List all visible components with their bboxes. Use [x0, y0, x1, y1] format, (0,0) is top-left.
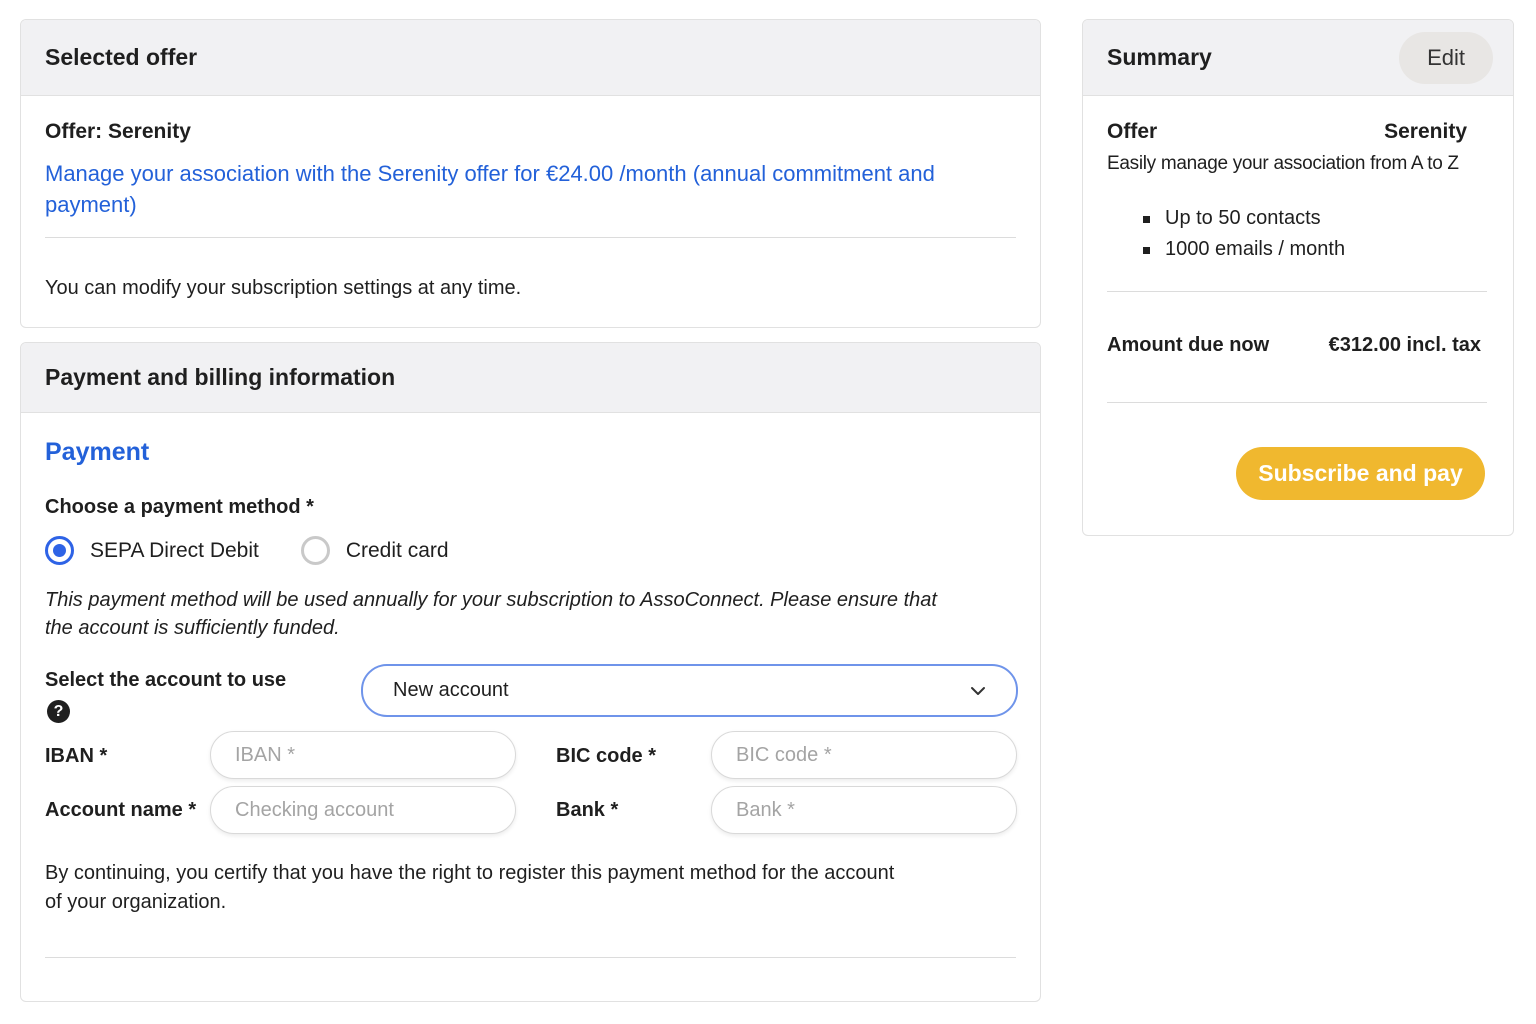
amount-due-label: Amount due now: [1107, 334, 1270, 356]
divider: [1107, 402, 1487, 403]
divider: [45, 957, 1016, 958]
account-select[interactable]: New account: [361, 664, 1018, 717]
subscription-note: You can modify your subscription setting…: [45, 277, 522, 299]
list-item: Up to 50 contacts: [1143, 203, 1345, 234]
chevron-down-icon: [971, 686, 985, 695]
summary-offer-value: Serenity: [1384, 120, 1467, 143]
summary-card: Summary Edit Offer Serenity Easily manag…: [1082, 19, 1514, 536]
summary-title: Summary: [1107, 44, 1212, 70]
credit-card-radio-label[interactable]: Credit card: [346, 539, 449, 563]
credit-card-radio[interactable]: [300, 536, 330, 565]
amount-due-value: €312.00 incl. tax: [1328, 334, 1481, 356]
payment-method-note: This payment method will be used annuall…: [45, 589, 937, 639]
selected-offer-header: Selected offer: [21, 20, 1040, 96]
offer-title: Offer: Serenity: [45, 120, 191, 143]
certify-text: By continuing, you certify that you have…: [45, 862, 895, 913]
account-name-input[interactable]: [210, 786, 516, 834]
account-select-label: Select the account to use: [45, 669, 287, 691]
sepa-radio-label[interactable]: SEPA Direct Debit: [90, 539, 259, 563]
feature-list: Up to 50 contacts 1000 emails / month: [1143, 203, 1345, 265]
payment-billing-header: Payment and billing information: [21, 343, 1040, 413]
payment-section-title: Payment: [45, 438, 150, 466]
bic-input[interactable]: [711, 731, 1017, 779]
payment-billing-card: Payment and billing information Payment …: [20, 342, 1041, 1002]
divider: [1107, 291, 1487, 292]
list-item: 1000 emails / month: [1143, 234, 1345, 265]
amount-due-row: Amount due now €312.00 incl. tax: [1107, 334, 1481, 357]
iban-input[interactable]: [210, 731, 516, 779]
sepa-radio[interactable]: [45, 536, 74, 565]
edit-button[interactable]: Edit: [1399, 31, 1493, 84]
question-circle-icon[interactable]: ?: [47, 700, 70, 723]
subscribe-and-pay-button[interactable]: Subscribe and pay: [1236, 447, 1485, 500]
bank-input[interactable]: [711, 786, 1017, 834]
payment-method-radio-group: SEPA Direct Debit Credit card: [45, 536, 491, 565]
summary-offer-label: Offer: [1107, 120, 1158, 143]
summary-offer-row: Offer Serenity: [1107, 120, 1467, 144]
summary-tagline: Easily manage your association from A to…: [1107, 153, 1459, 174]
bic-label: BIC code *: [556, 745, 657, 767]
divider: [45, 237, 1016, 238]
iban-label: IBAN *: [45, 745, 108, 767]
offer-description: Manage your association with the Serenit…: [45, 161, 935, 217]
summary-header: Summary Edit: [1083, 20, 1513, 96]
payment-method-label: Choose a payment method *: [45, 496, 314, 518]
selected-offer-card: Selected offer Offer: Serenity Manage yo…: [20, 19, 1041, 328]
account-select-value: New account: [393, 679, 509, 701]
account-name-label: Account name *: [45, 799, 197, 821]
bank-label: Bank *: [556, 799, 619, 821]
